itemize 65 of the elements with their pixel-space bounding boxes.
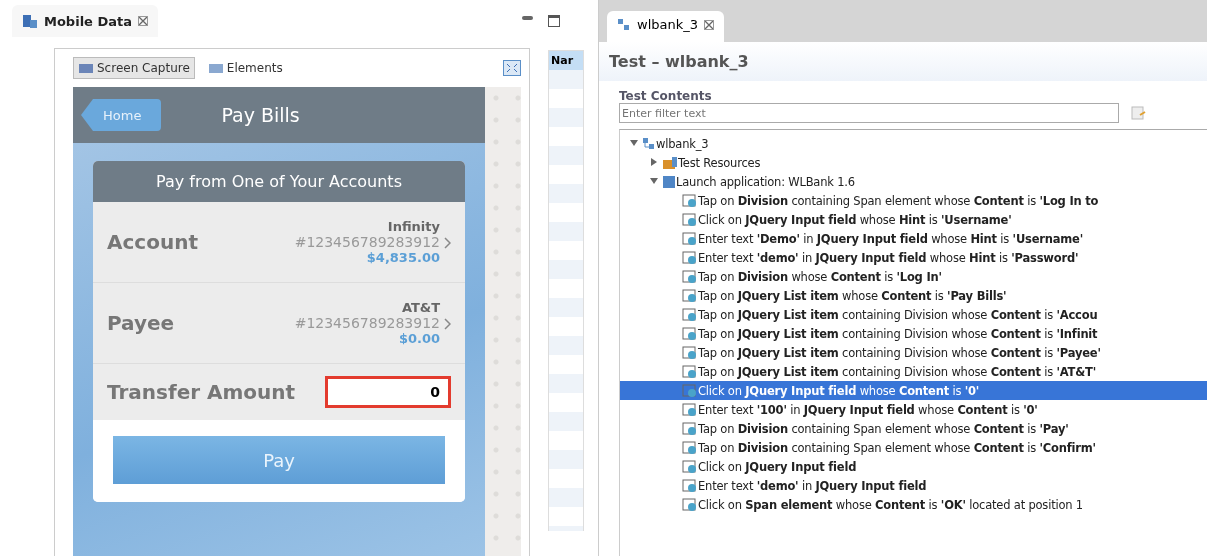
tree-item[interactable]: Click on JQuery Input field whose Hint is 'Username' — [620, 210, 1207, 229]
step-icon — [682, 421, 698, 436]
filter-field[interactable]: Enter filter text — [619, 103, 1119, 123]
view-subtab[interactable]: Screen Capture — [73, 57, 195, 79]
amount-field[interactable]: 0 — [325, 376, 451, 408]
select-row[interactable]: Payee AT&T #123456789283912 $0.00 — [93, 283, 465, 364]
tree-item[interactable]: Tap on Division containing Span element whose Content is 'Log In to — [620, 191, 1207, 210]
column-header[interactable]: Nar — [549, 51, 583, 70]
folder-icon — [662, 155, 678, 170]
page-title: Pay Bills — [221, 104, 300, 126]
step-icon — [682, 250, 698, 265]
view-subtab[interactable]: Elements — [202, 57, 288, 79]
test-tree-icon — [642, 136, 656, 151]
tree-item[interactable]: Tap on JQuery List item containing Division whose Content is 'AT&T' — [620, 362, 1207, 381]
step-icon — [682, 364, 698, 379]
tree-item[interactable]: Tap on JQuery List item containing Division whose Content is 'Infinit — [620, 324, 1207, 343]
step-icon — [682, 497, 698, 512]
tree-item[interactable]: Tap on JQuery List item containing Division whose Content is 'Payee' — [620, 343, 1207, 362]
step-icon — [682, 459, 698, 474]
tree-item[interactable]: wlbank_3 — [620, 134, 1207, 153]
step-icon — [682, 269, 698, 284]
down-triangle-icon[interactable] — [630, 138, 638, 147]
view-tab[interactable]: Mobile Data — [12, 5, 158, 37]
tree-item[interactable]: Tap on JQuery List item whose Content is 'Pay Bills' — [620, 286, 1207, 305]
tree-item[interactable]: Tap on Division containing Span element whose Content is 'Confirm' — [620, 438, 1207, 457]
step-icon — [682, 440, 698, 455]
close-icon[interactable] — [138, 16, 148, 26]
tree-item[interactable]: Click on JQuery Input field whose Content is '0' — [620, 381, 1207, 400]
tree-item[interactable]: Launch application: WLBank 1.6 — [620, 172, 1207, 191]
tree-item[interactable]: Enter text 'Demo' in JQuery Input field whose Hint is 'Username' — [620, 229, 1207, 248]
step-icon — [682, 478, 698, 493]
expand-icon[interactable] — [503, 60, 521, 76]
down-triangle-icon[interactable] — [650, 176, 658, 185]
step-icon — [682, 383, 698, 398]
card-title: Pay from One of Your Accounts — [93, 161, 465, 202]
select-row[interactable]: Account Infinity #123456789283912 $4,835.00 — [93, 202, 465, 283]
chevron-icon — [444, 236, 451, 249]
phone-data-icon — [22, 13, 38, 29]
minimize-icon[interactable] — [522, 15, 534, 21]
tree-item[interactable]: Tap on Division whose Content is 'Log In' — [620, 267, 1207, 286]
step-icon — [682, 212, 698, 227]
step-icon — [682, 345, 698, 360]
tree-item[interactable]: Tap on JQuery List item containing Division whose Content is 'Accou — [620, 305, 1207, 324]
square-icon — [662, 174, 676, 189]
tree-item[interactable]: Enter text 'demo' in JQuery Input field — [620, 476, 1207, 495]
tree-item[interactable]: Click on Span element whose Content is 'OK' located at position 1 — [620, 495, 1207, 514]
chevron-icon — [444, 317, 451, 330]
right-triangle-icon[interactable] — [650, 157, 658, 166]
step-icon — [682, 402, 698, 417]
editor-tab[interactable]: wlbank_3 — [607, 11, 724, 42]
close-icon[interactable] — [704, 19, 714, 30]
maximize-icon[interactable] — [548, 15, 560, 27]
tree-item[interactable]: Enter text '100' in JQuery Input field whose Content is '0' — [620, 400, 1207, 419]
tree-item[interactable]: Enter text 'demo' in JQuery Input field whose Hint is 'Password' — [620, 248, 1207, 267]
step-icon — [682, 307, 698, 322]
tree-item[interactable]: Click on JQuery Input field — [620, 457, 1207, 476]
section-title: Test Contents — [619, 89, 713, 103]
tree-item[interactable]: Tap on Division containing Span element whose Content is 'Pay' — [620, 419, 1207, 438]
test-tree-icon — [617, 17, 631, 32]
step-icon — [682, 288, 698, 303]
step-icon — [682, 193, 698, 208]
step-icon — [682, 231, 698, 246]
field-label: Transfer Amount — [107, 380, 297, 404]
step-icon — [682, 326, 698, 341]
tree-item[interactable]: Test Resources — [620, 153, 1207, 172]
